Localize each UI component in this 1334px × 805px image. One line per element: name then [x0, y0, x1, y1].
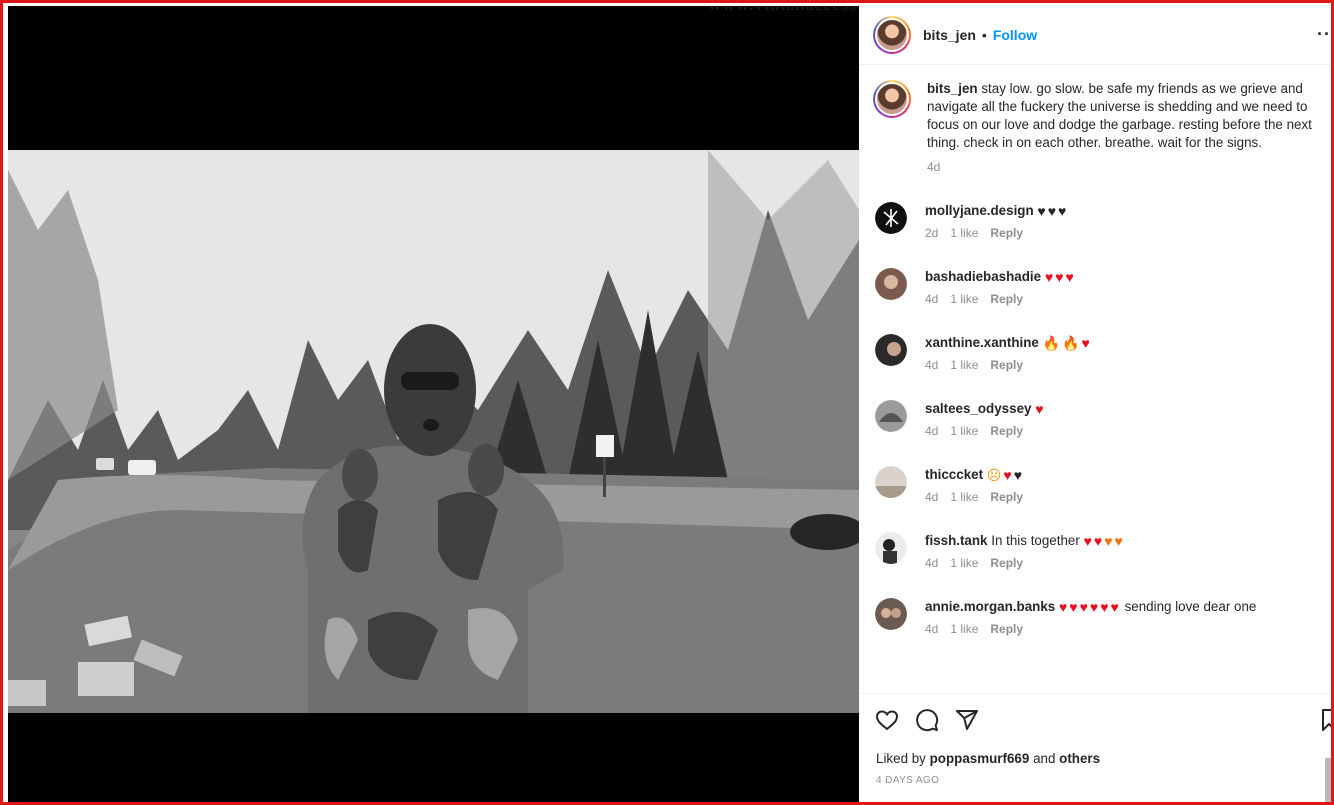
comment-likes[interactable]: 1 like	[950, 622, 978, 636]
liked-by-others[interactable]: others	[1059, 751, 1100, 766]
share-icon[interactable]	[955, 708, 979, 732]
post-date: 4 DAYS AGO	[876, 775, 940, 786]
reply-button[interactable]: Reply	[990, 292, 1023, 306]
separator-dot: •	[981, 27, 987, 43]
reply-button[interactable]: Reply	[990, 556, 1023, 570]
comment-age: 4d	[925, 556, 939, 570]
commenter-avatar[interactable]	[875, 268, 907, 300]
comment-likes[interactable]: 1 like	[950, 292, 978, 306]
post-actions: Liked by poppasmurf669 and others 4 DAYS…	[859, 693, 1334, 803]
commenter-avatar[interactable]	[875, 598, 907, 630]
commenter-avatar[interactable]	[875, 400, 907, 432]
comment-likes[interactable]: 1 like	[950, 226, 978, 240]
author-username[interactable]: bits_jen	[923, 27, 976, 43]
caption-author-avatar[interactable]	[873, 80, 911, 118]
reply-button[interactable]: Reply	[990, 490, 1023, 504]
commenter-avatar[interactable]	[875, 466, 907, 498]
commenter-username[interactable]: bashadiebashadie	[925, 269, 1041, 284]
comment-item: saltees_odyssey ♥ 4d 1 like Reply	[875, 400, 1046, 438]
comment-item: xanthine.xanthine 🔥 🔥 ♥ 4d 1 like Reply	[875, 334, 1092, 372]
commenter-username[interactable]: annie.morgan.banks	[925, 599, 1055, 614]
comment-item: annie.morgan.banks ♥ ♥ ♥ ♥ ♥ ♥ sending love d…	[875, 598, 1256, 636]
reply-button[interactable]: Reply	[990, 358, 1023, 372]
liked-by-and: and	[1033, 751, 1056, 766]
commenter-username[interactable]: fissh.tank	[925, 533, 988, 548]
comment-item: mollyjane.design ♥ ♥ ♥ 2d 1 like Reply	[875, 202, 1068, 240]
comment-text: sending love dear one	[1124, 599, 1257, 614]
comment-age: 4d	[925, 490, 939, 504]
comment-age: 4d	[925, 622, 939, 636]
comment-likes[interactable]: 1 like	[950, 424, 978, 438]
commenter-username[interactable]: xanthine.xanthine	[925, 335, 1039, 350]
comment-likes[interactable]: 1 like	[950, 490, 978, 504]
watermark-text: www.vintanaccess.com/link_in_bio	[708, 6, 859, 15]
follow-button[interactable]: Follow	[993, 27, 1037, 43]
comment-emoji: 🔥 🔥 ♥	[1042, 335, 1090, 352]
bookmark-icon[interactable]	[1321, 708, 1334, 737]
comment-age: 4d	[925, 424, 939, 438]
heart-icon[interactable]	[875, 708, 899, 732]
comment-emoji: ☹ ♥ ♥	[986, 467, 1023, 484]
reply-button[interactable]: Reply	[990, 424, 1023, 438]
comment-likes[interactable]: 1 like	[950, 358, 978, 372]
post-header: bits_jen • Follow ··	[859, 6, 1331, 65]
comment-emoji: ♥	[1035, 401, 1044, 417]
post-photo[interactable]	[8, 150, 859, 713]
more-options-icon[interactable]: ··	[1317, 24, 1331, 45]
comment-age: 2d	[925, 226, 939, 240]
scrollbar[interactable]	[1325, 758, 1331, 803]
comment-item: bashadiebashadie ♥ ♥ ♥ 4d 1 like Reply	[875, 268, 1076, 306]
commenter-username[interactable]: mollyjane.design	[925, 203, 1034, 218]
comment-item: fissh.tank In this together ♥ ♥ ♥ ♥ 4d 1 lik…	[875, 532, 1125, 570]
comment-item: thicccket ☹ ♥ ♥ 4d 1 like Reply	[875, 466, 1035, 504]
comment-emoji: ♥ ♥ ♥ ♥	[1083, 533, 1123, 549]
comment-emoji: ♥ ♥ ♥	[1044, 269, 1074, 285]
comment-age: 4d	[925, 292, 939, 306]
comment-emoji: ♥ ♥ ♥ ♥ ♥ ♥	[1058, 599, 1119, 615]
commenter-avatar[interactable]	[875, 202, 907, 234]
liked-by-user[interactable]: poppasmurf669	[930, 751, 1030, 766]
comment-text: In this together	[991, 533, 1080, 548]
post-side-panel: bits_jen • Follow ·· bits_jen stay low. …	[859, 6, 1334, 803]
comments-list[interactable]: bits_jen stay low. go slow. be safe my f…	[859, 66, 1331, 693]
post-media[interactable]: www.vintanaccess.com/link_in_bio	[8, 6, 859, 803]
caption-text: stay low. go slow. be safe my friends as…	[927, 81, 1312, 150]
reply-button[interactable]: Reply	[990, 226, 1023, 240]
reply-button[interactable]: Reply	[990, 622, 1023, 636]
commenter-username[interactable]: saltees_odyssey	[925, 401, 1031, 416]
liked-by-prefix: Liked by	[876, 751, 926, 766]
commenter-avatar[interactable]	[875, 334, 907, 366]
author-avatar[interactable]	[873, 16, 911, 54]
post-caption: bits_jen stay low. go slow. be safe my f…	[859, 66, 1331, 176]
liked-by-text: Liked by poppasmurf669 and others	[876, 751, 1100, 766]
photo-illustration	[8, 150, 859, 713]
comment-emoji: ♥ ♥ ♥	[1037, 203, 1067, 219]
caption-age: 4d	[927, 160, 941, 174]
comment-likes[interactable]: 1 like	[950, 556, 978, 570]
commenter-avatar[interactable]	[875, 532, 907, 564]
comment-age: 4d	[925, 358, 939, 372]
commenter-username[interactable]: thicccket	[925, 467, 983, 482]
comment-icon[interactable]	[915, 708, 939, 732]
caption-author-username[interactable]: bits_jen	[927, 81, 978, 96]
